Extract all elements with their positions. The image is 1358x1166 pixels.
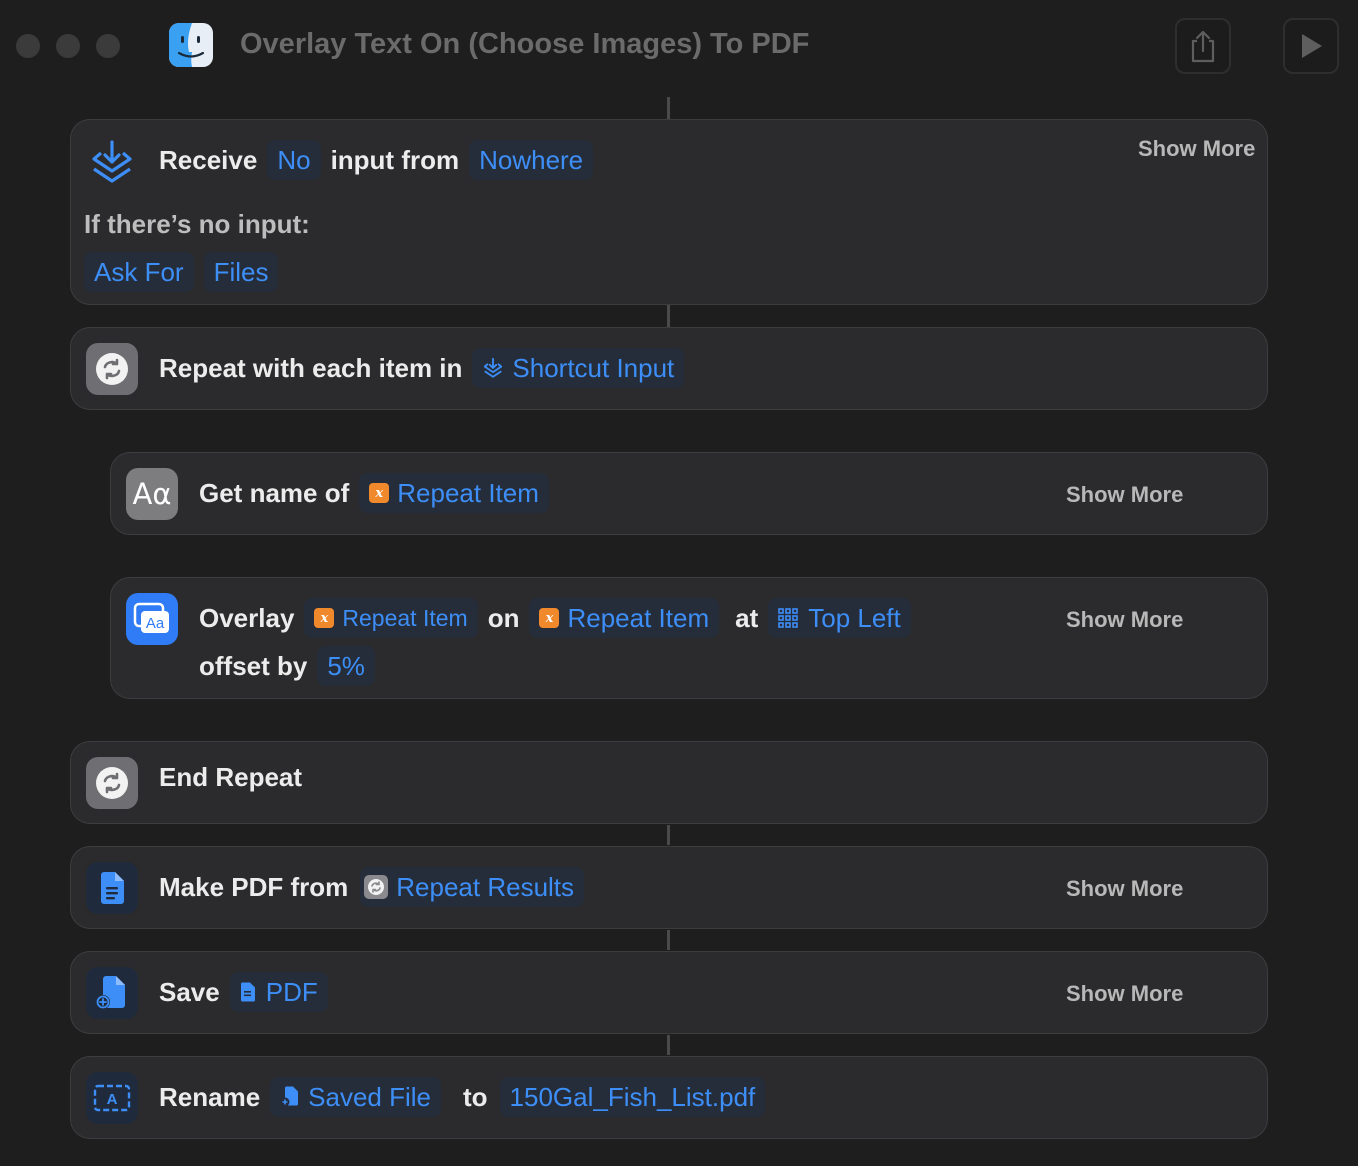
at-label: at	[735, 602, 759, 633]
no-input-type-parameter[interactable]: Files	[203, 252, 279, 292]
variable-icon: x	[314, 608, 335, 628]
finder-icon	[169, 23, 213, 67]
connector-line	[667, 97, 670, 119]
get-name-variable-label: Repeat Item	[397, 477, 539, 508]
show-more-button[interactable]: Show More	[1066, 981, 1183, 1007]
to-label: to	[463, 1081, 488, 1112]
save-input-label: PDF	[265, 976, 318, 1007]
end-repeat-label: End Repeat	[159, 762, 303, 792]
receive-label: Receive	[159, 144, 258, 175]
receive-input-action[interactable]: Receive No input from Nowhere Show More …	[70, 119, 1268, 305]
overlay-label: Overlay	[199, 602, 295, 633]
saved-file-icon	[280, 1086, 299, 1107]
get-name-action[interactable]: Aα Get name of x Repeat Item Show More	[110, 452, 1268, 535]
get-name-label: Get name of	[199, 477, 350, 508]
save-document-icon	[86, 967, 138, 1019]
run-button[interactable]	[1283, 18, 1339, 74]
svg-text:A: A	[107, 1091, 118, 1108]
overlay-image-icon: Aa	[126, 593, 178, 645]
overlay-image-variable-label: Repeat Item	[567, 602, 710, 633]
share-icon	[1191, 30, 1215, 63]
show-more-button[interactable]: Show More	[1066, 607, 1183, 633]
no-input-label: If there’s no input:	[84, 209, 310, 239]
overlay-text-variable-label: Repeat Item	[342, 604, 468, 631]
rename-icon: A	[86, 1072, 138, 1124]
repeat-input-variable[interactable]: Shortcut Input	[472, 348, 685, 388]
on-label: on	[487, 602, 520, 633]
rename-file-label: Saved File	[308, 1081, 431, 1112]
receive-input-icon	[92, 140, 132, 183]
overlay-text-action[interactable]: Aa Overlay x Repeat Item on x Repeat Ite…	[110, 577, 1268, 699]
minimize-window-button[interactable]	[56, 34, 80, 58]
connector-line	[667, 1035, 670, 1055]
share-button[interactable]	[1175, 18, 1231, 74]
window-title: Overlay Text On (Choose Images) To PDF	[240, 28, 810, 60]
zoom-window-button[interactable]	[96, 34, 120, 58]
pdf-file-icon	[240, 982, 255, 1002]
make-pdf-action[interactable]: Make PDF from Repeat Results Show More	[70, 846, 1268, 929]
overlay-image-variable[interactable]: x Repeat Item	[529, 598, 720, 638]
grid-position-icon	[778, 608, 799, 628]
show-more-button[interactable]: Show More	[1138, 136, 1255, 162]
new-name-parameter[interactable]: 150Gal_Fish_List.pdf	[499, 1077, 766, 1117]
close-window-button[interactable]	[16, 34, 40, 58]
svg-text:Aa: Aa	[146, 615, 165, 632]
input-from-label: input from	[330, 144, 460, 175]
repeat-with-each-action[interactable]: Repeat with each item in Shortcut Input	[70, 327, 1268, 410]
input-type-parameter[interactable]: No	[267, 140, 321, 180]
rename-file-variable[interactable]: Saved File	[270, 1077, 441, 1117]
position-label: Top Left	[808, 602, 901, 633]
repeat-label: Repeat with each item in	[159, 352, 463, 383]
make-pdf-label: Make PDF from	[159, 871, 349, 902]
connector-line	[667, 930, 670, 950]
play-icon	[1302, 34, 1322, 58]
repeat-icon	[86, 757, 138, 809]
rename-file-action[interactable]: A Rename Saved File to 150Gal_Fish_List.…	[70, 1056, 1268, 1139]
save-file-action[interactable]: Save PDF Show More	[70, 951, 1268, 1034]
show-more-button[interactable]: Show More	[1066, 482, 1183, 508]
connector-line	[667, 305, 670, 327]
end-repeat-action[interactable]: End Repeat	[70, 741, 1268, 824]
repeat-icon	[86, 343, 138, 395]
shortcut-input-icon	[484, 357, 503, 378]
title-bar: Overlay Text On (Choose Images) To PDF	[0, 0, 1358, 92]
make-pdf-input-variable[interactable]: Repeat Results	[360, 867, 585, 907]
input-source-parameter[interactable]: Nowhere	[469, 140, 594, 180]
overlay-text-variable[interactable]: x Repeat Item	[304, 598, 478, 638]
offset-parameter[interactable]: 5%	[317, 646, 375, 686]
make-pdf-input-label: Repeat Results	[396, 871, 575, 902]
repeat-input-label: Shortcut Input	[512, 352, 675, 383]
connector-line	[667, 825, 670, 845]
no-input-behavior-parameter[interactable]: Ask For	[84, 252, 194, 292]
offset-label: offset by	[199, 650, 308, 681]
variable-icon: x	[369, 483, 390, 503]
position-parameter[interactable]: Top Left	[768, 598, 911, 638]
save-input-variable[interactable]: PDF	[229, 972, 328, 1012]
text-aa-icon: Aα	[126, 468, 178, 520]
show-more-button[interactable]: Show More	[1066, 876, 1183, 902]
save-label: Save	[159, 976, 220, 1007]
get-name-variable[interactable]: x Repeat Item	[359, 473, 549, 513]
variable-icon: x	[539, 608, 560, 628]
repeat-results-icon	[364, 875, 389, 899]
rename-label: Rename	[159, 1081, 261, 1112]
document-icon	[86, 862, 138, 914]
